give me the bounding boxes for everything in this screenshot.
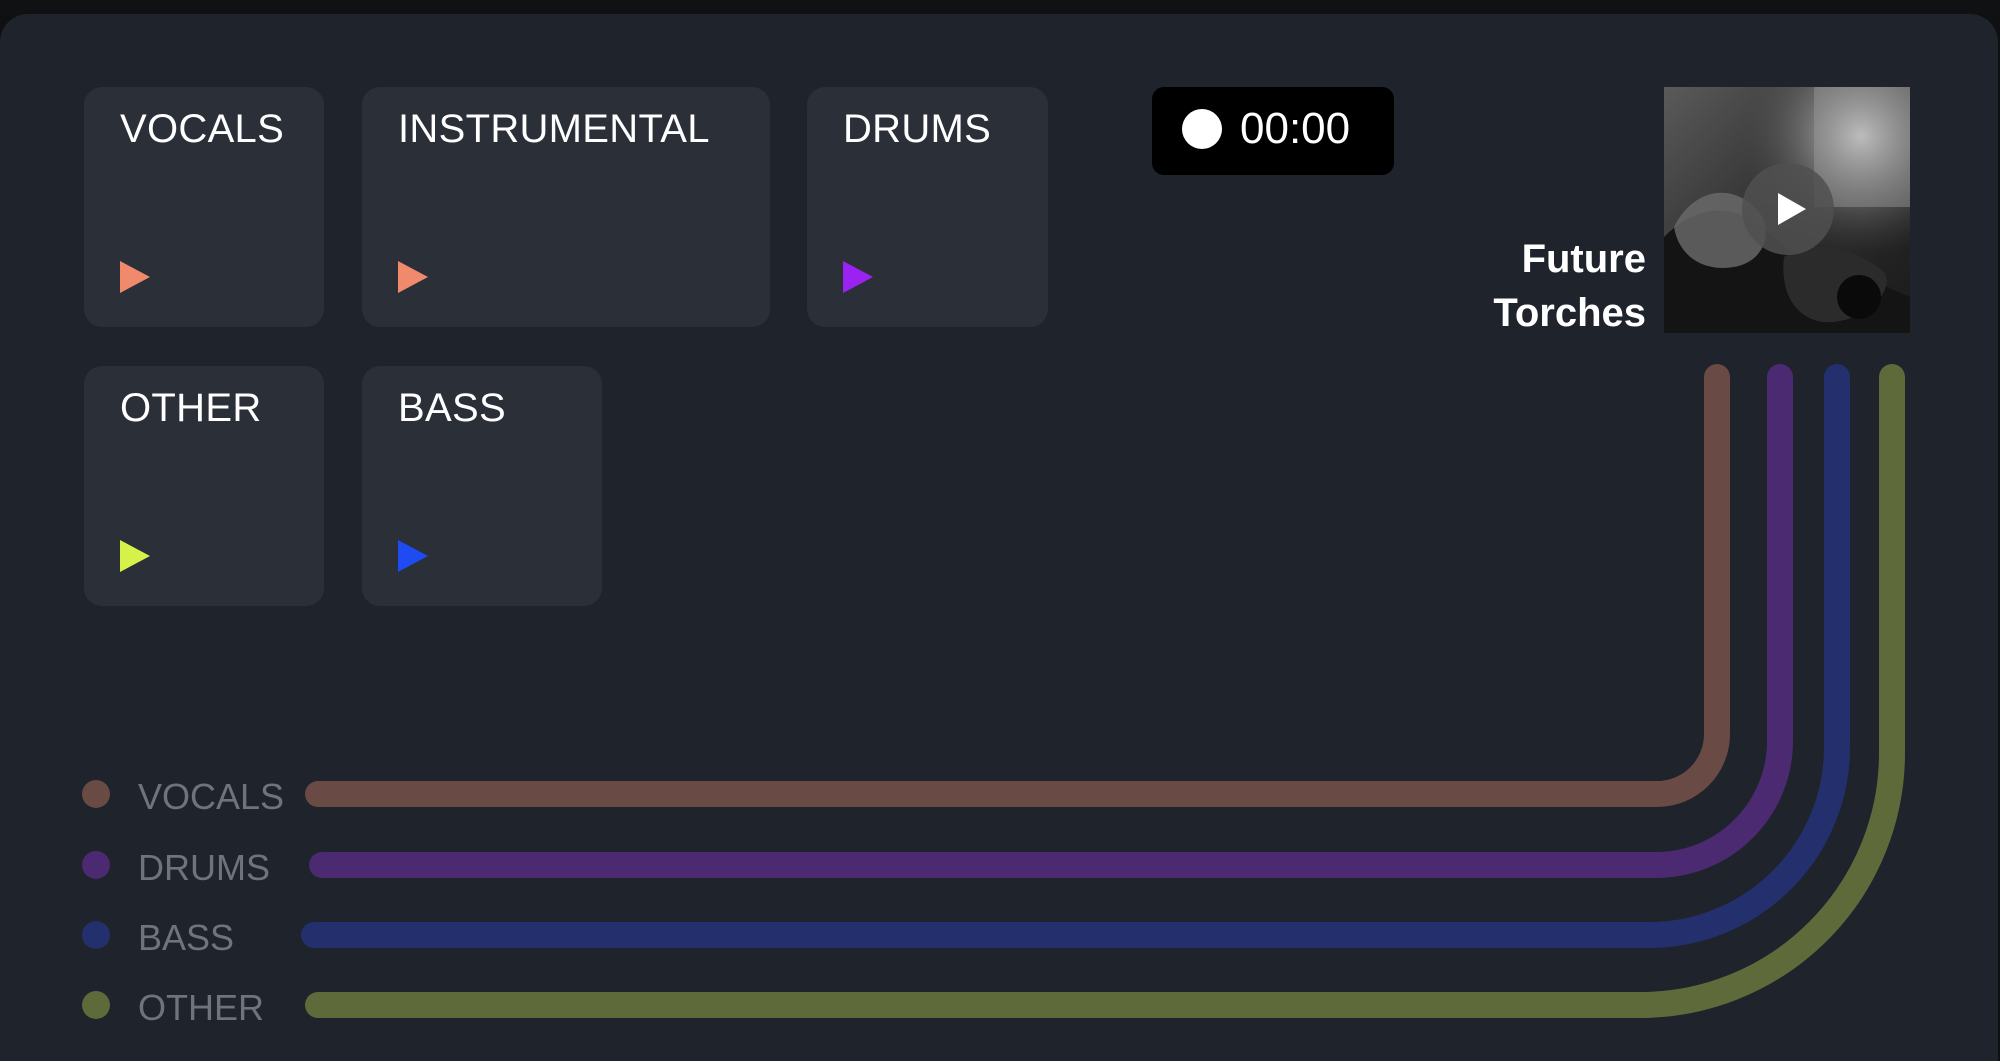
track-line-bass — [301, 364, 1850, 948]
track-name: DRUMS — [138, 847, 270, 888]
track-line-other — [305, 364, 1905, 1018]
stem-player-panel: VOCALS INSTRUMENTAL DRUMS OTHER BASS 00:… — [0, 14, 1998, 1061]
track-color-dot — [82, 921, 110, 949]
track-line-vocals — [305, 364, 1730, 807]
track-color-dot — [82, 991, 110, 1019]
track-color-dot — [82, 780, 110, 808]
track-name: OTHER — [138, 987, 264, 1028]
track-routing-lines — [301, 364, 1905, 1018]
track-color-dot — [82, 851, 110, 879]
track-name: BASS — [138, 917, 235, 958]
track-name: VOCALS — [138, 776, 285, 817]
window-top-strip — [0, 0, 2000, 14]
